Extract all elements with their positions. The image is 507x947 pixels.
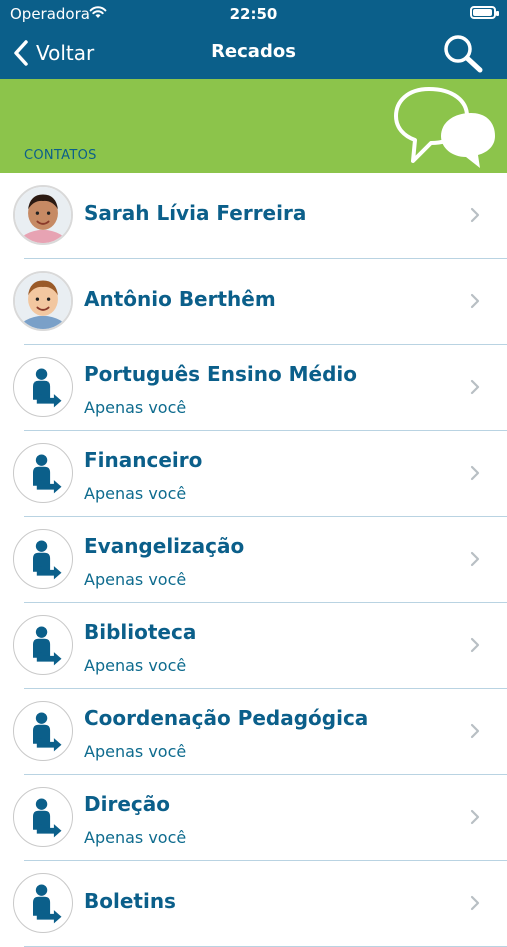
- chevron-right-icon: [470, 379, 480, 395]
- chevron-right-icon: [470, 895, 480, 911]
- section-label: CONTATOS: [24, 148, 97, 163]
- search-icon[interactable]: [440, 32, 486, 74]
- contact-subtitle: Apenas você: [84, 398, 187, 417]
- contact-subtitle: Apenas você: [84, 484, 187, 503]
- back-button[interactable]: Voltar: [12, 36, 94, 70]
- avatar-photo: [13, 271, 73, 331]
- chevron-right-icon: [470, 551, 480, 567]
- group-icon: [13, 787, 73, 847]
- contact-name: Direção: [84, 792, 170, 816]
- contact-row[interactable]: Antônio Berthêm: [13, 259, 507, 345]
- contact-name: Biblioteca: [84, 620, 197, 644]
- contact-name: Português Ensino Médio: [84, 362, 358, 386]
- chevron-right-icon: [470, 293, 480, 309]
- status-bar: Operadora 22:50: [0, 0, 507, 28]
- group-icon: [13, 443, 73, 503]
- section-banner: CONTATOS: [0, 79, 507, 173]
- chevron-right-icon: [470, 723, 480, 739]
- contact-row[interactable]: Evangelização Apenas você: [13, 517, 507, 603]
- back-label: Voltar: [36, 41, 95, 65]
- group-icon: [13, 529, 73, 589]
- battery-icon: [470, 6, 499, 19]
- avatar-photo: [13, 185, 73, 245]
- chevron-right-icon: [470, 809, 480, 825]
- contact-row[interactable]: Biblioteca Apenas você: [13, 603, 507, 689]
- chevron-right-icon: [470, 637, 480, 653]
- chevron-right-icon: [470, 465, 480, 481]
- contact-name: Evangelização: [84, 534, 245, 558]
- contact-row[interactable]: Direção Apenas você: [13, 775, 507, 861]
- contact-subtitle: Apenas você: [84, 656, 187, 675]
- contact-row[interactable]: Coordenação Pedagógica Apenas você: [13, 689, 507, 775]
- contact-row[interactable]: Português Ensino Médio Apenas você: [13, 345, 507, 431]
- contact-name: Sarah Lívia Ferreira: [84, 201, 307, 225]
- contact-row[interactable]: Boletins: [13, 861, 507, 947]
- chat-bubbles-icon: [394, 87, 495, 168]
- contact-name: Boletins: [84, 889, 176, 913]
- contact-name: Financeiro: [84, 448, 203, 472]
- chevron-left-icon: [14, 40, 28, 66]
- group-icon: [13, 357, 73, 417]
- contact-subtitle: Apenas você: [84, 742, 187, 761]
- clock: 22:50: [229, 5, 278, 23]
- contact-row[interactable]: Financeiro Apenas você: [13, 431, 507, 517]
- contact-name: Antônio Berthêm: [84, 287, 276, 311]
- contact-subtitle: Apenas você: [84, 570, 187, 589]
- group-icon: [13, 615, 73, 675]
- group-icon: [13, 873, 73, 933]
- contacts-list: Sarah Lívia Ferreira Antônio Berthêm Por…: [0, 173, 507, 947]
- contact-subtitle: Apenas você: [84, 828, 187, 847]
- navigation-bar: Voltar Recados: [0, 28, 507, 79]
- contact-name: Coordenação Pedagógica: [84, 706, 369, 730]
- top-bar: Operadora 22:50 Voltar Recados: [0, 0, 507, 79]
- chevron-right-icon: [470, 207, 480, 223]
- group-icon: [13, 701, 73, 761]
- contact-row[interactable]: Sarah Lívia Ferreira: [13, 173, 507, 259]
